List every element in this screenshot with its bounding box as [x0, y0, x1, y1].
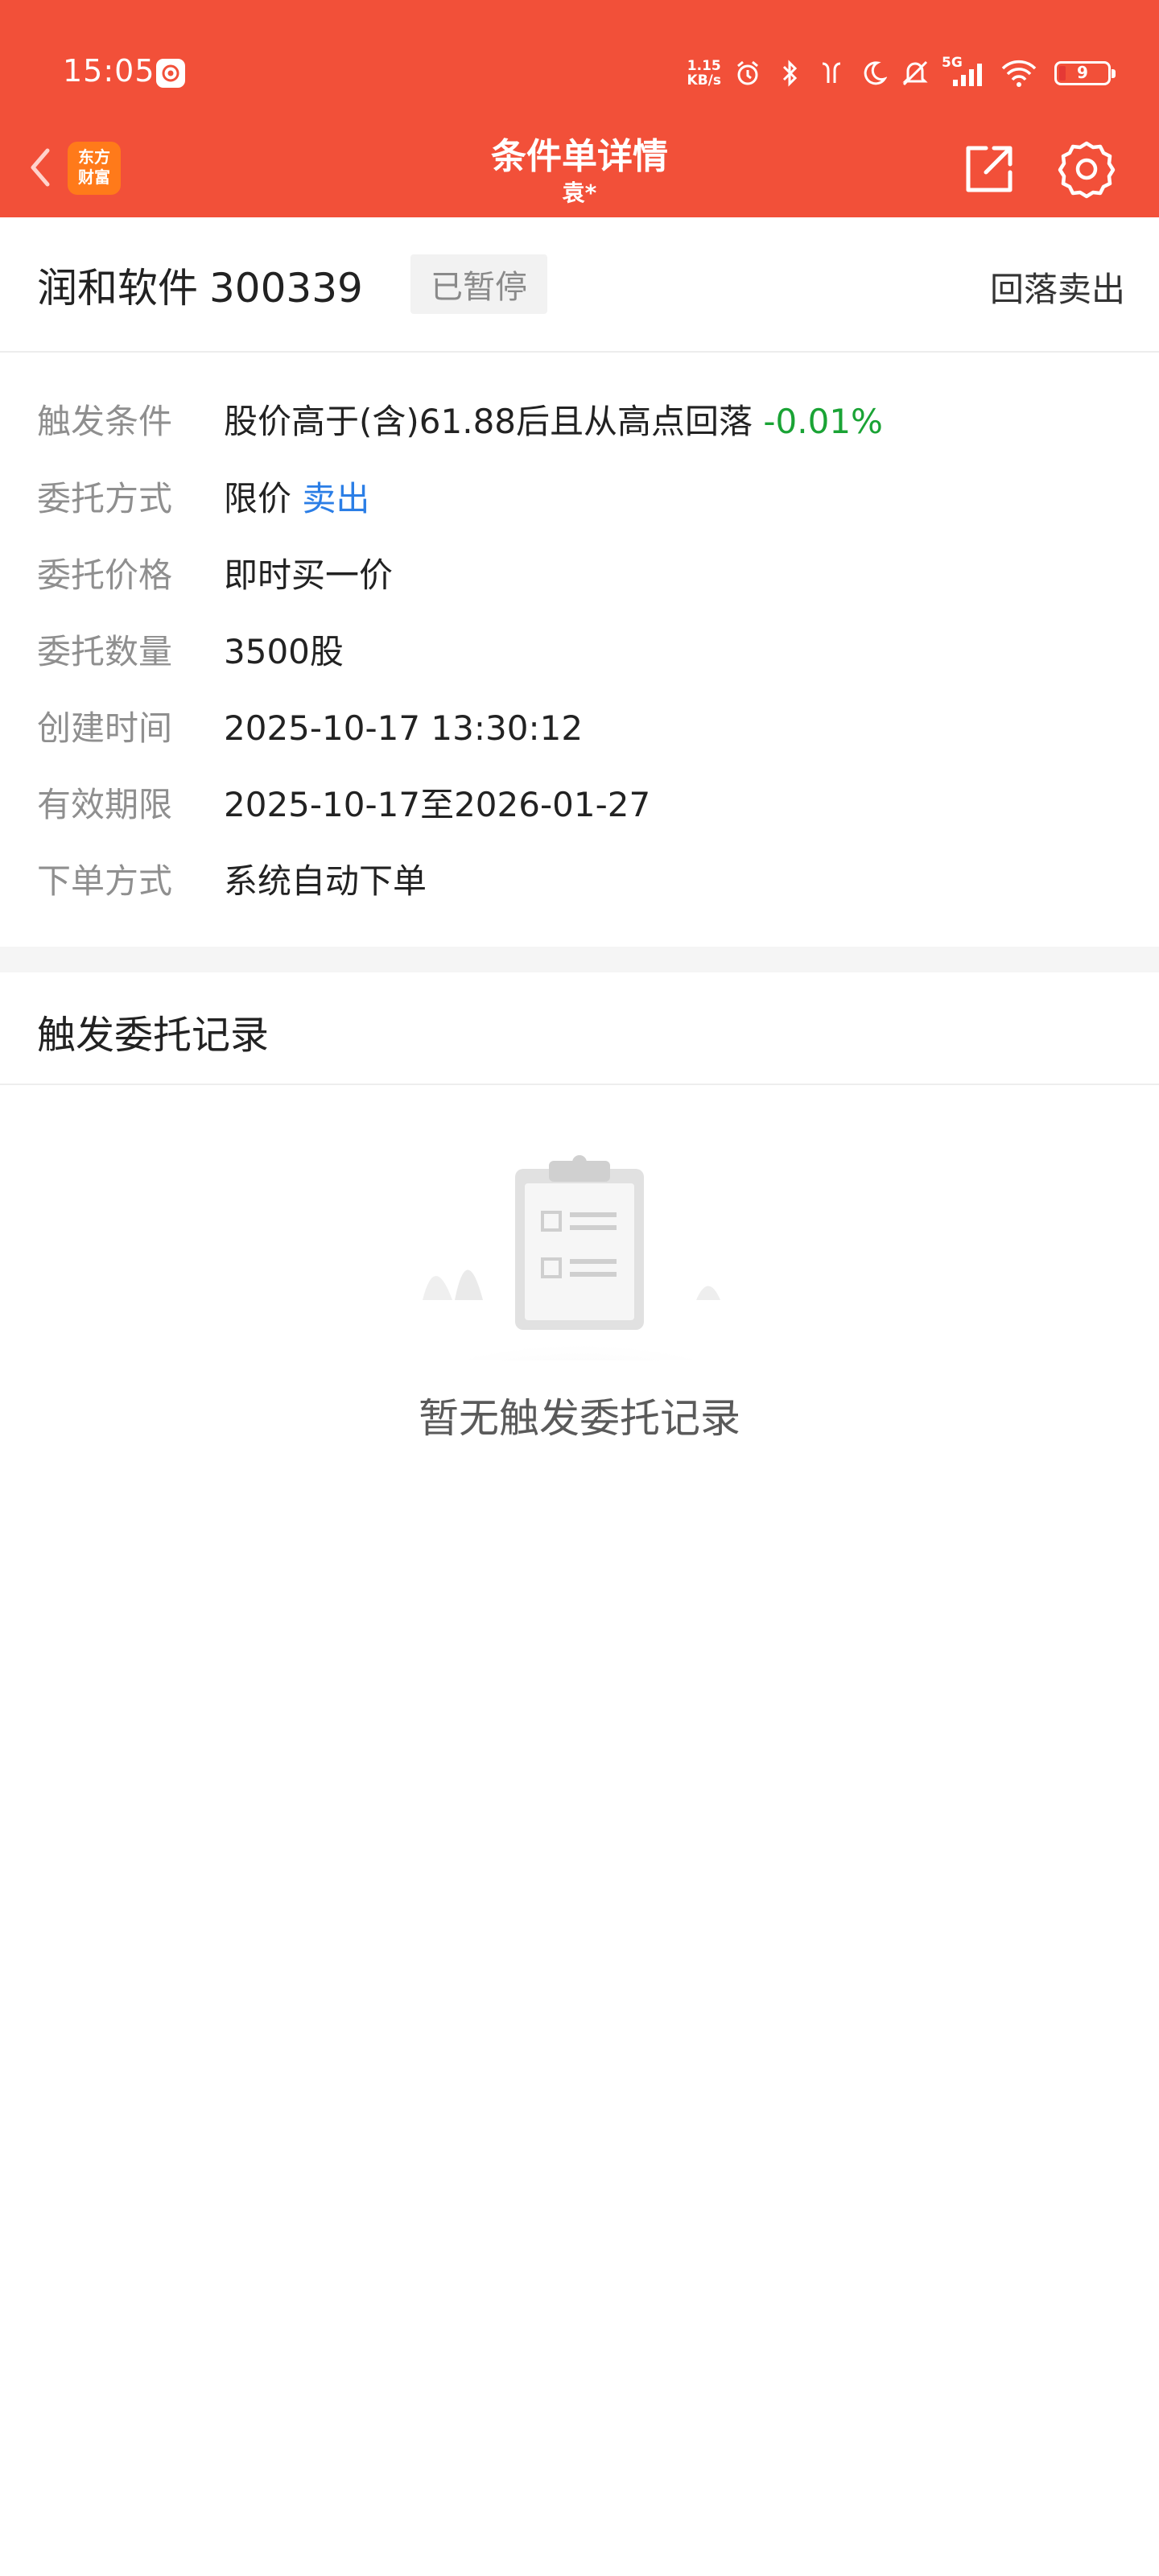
- records-section-header: 触发委托记录: [0, 972, 1159, 1085]
- stock-summary: 润和软件 300339 已暂停 回落卖出: [0, 217, 1159, 353]
- detail-value: 3500股: [224, 632, 344, 671]
- detail-label: 触发条件: [37, 402, 173, 441]
- detail-label: 委托价格: [37, 555, 173, 595]
- mute-icon: [900, 58, 930, 89]
- network-speed: 1.15 KB/s: [687, 59, 721, 88]
- detail-label: 有效期限: [37, 785, 173, 824]
- detail-value: 2025-10-17 13:30:12: [224, 708, 584, 748]
- bluetooth-icon: [774, 58, 805, 89]
- gear-icon: [1058, 141, 1116, 199]
- notification-app-icon: [156, 59, 185, 88]
- stock-code: 300339: [209, 265, 363, 312]
- signal-icon: 5G: [942, 55, 988, 89]
- order-detail-list: 触发条件 股价高于(含)61.88后且从高点回落 -0.01% 委托方式 限价 …: [0, 353, 1159, 947]
- order-direction: 卖出: [302, 479, 370, 518]
- battery-icon: 9: [1054, 61, 1116, 85]
- detail-value: 2025-10-17至2026-01-27: [224, 785, 651, 824]
- detail-value: 股价高于(含)61.88后且从高点回落 -0.01%: [224, 398, 883, 446]
- detail-row-validity: 有效期限 2025-10-17至2026-01-27: [0, 781, 1159, 829]
- network-type-label: 5G: [942, 55, 963, 71]
- detail-row-order-method: 委托方式 限价 卖出: [0, 475, 1159, 523]
- settings-button[interactable]: [1056, 138, 1117, 200]
- section-divider: [0, 947, 1159, 972]
- moon-icon: [858, 58, 889, 89]
- detail-label: 委托方式: [37, 479, 173, 518]
- alarm-icon: [732, 58, 763, 89]
- empty-state-text: 暂无触发委托记录: [419, 1395, 740, 1442]
- detail-row-order-quantity: 委托数量 3500股: [0, 628, 1159, 676]
- order-type-label: 回落卖出: [989, 270, 1125, 309]
- records-title: 触发委托记录: [37, 1013, 270, 1058]
- wifi-icon: [1000, 58, 1038, 89]
- detail-label: 创建时间: [37, 708, 173, 748]
- stock-title: 润和软件 300339: [37, 256, 363, 314]
- detail-label: 下单方式: [37, 861, 173, 901]
- trigger-percentage: -0.01%: [763, 402, 883, 441]
- status-badge: 已暂停: [410, 254, 547, 314]
- status-icons: 1.15 KB/s 5G 9: [687, 53, 1116, 93]
- status-time: 15:05: [63, 53, 155, 89]
- detail-row-placement-method: 下单方式 系统自动下单: [0, 857, 1159, 906]
- detail-row-created-time: 创建时间 2025-10-17 13:30:12: [0, 704, 1159, 753]
- trigger-condition-text: 股价高于(含)61.88后且从高点回落: [224, 402, 753, 441]
- status-bar: 15:05 1.15 KB/s 5G 9: [0, 48, 1159, 97]
- detail-value: 即时买一价: [224, 555, 394, 595]
- share-icon: [966, 146, 1013, 192]
- app-header: 15:05 1.15 KB/s 5G 9 东方 财富 条件单详情 袁*: [0, 0, 1159, 217]
- empty-clipboard-icon: [382, 1155, 777, 1360]
- earbuds-icon: [816, 58, 847, 89]
- network-speed-value: 1.15: [687, 58, 721, 74]
- detail-label: 委托数量: [37, 632, 173, 671]
- order-method-text: 限价: [224, 479, 292, 518]
- share-button[interactable]: [960, 140, 1018, 198]
- detail-value: 系统自动下单: [224, 861, 427, 901]
- detail-value: 限价 卖出: [224, 475, 369, 523]
- network-speed-unit: KB/s: [687, 72, 721, 89]
- detail-row-order-price: 委托价格 即时买一价: [0, 551, 1159, 600]
- detail-row-trigger-condition: 触发条件 股价高于(含)61.88后且从高点回落 -0.01%: [0, 398, 1159, 446]
- stock-name: 润和软件: [37, 265, 198, 312]
- empty-state: 暂无触发委托记录: [0, 1087, 1159, 1489]
- battery-level: 9: [1077, 63, 1088, 82]
